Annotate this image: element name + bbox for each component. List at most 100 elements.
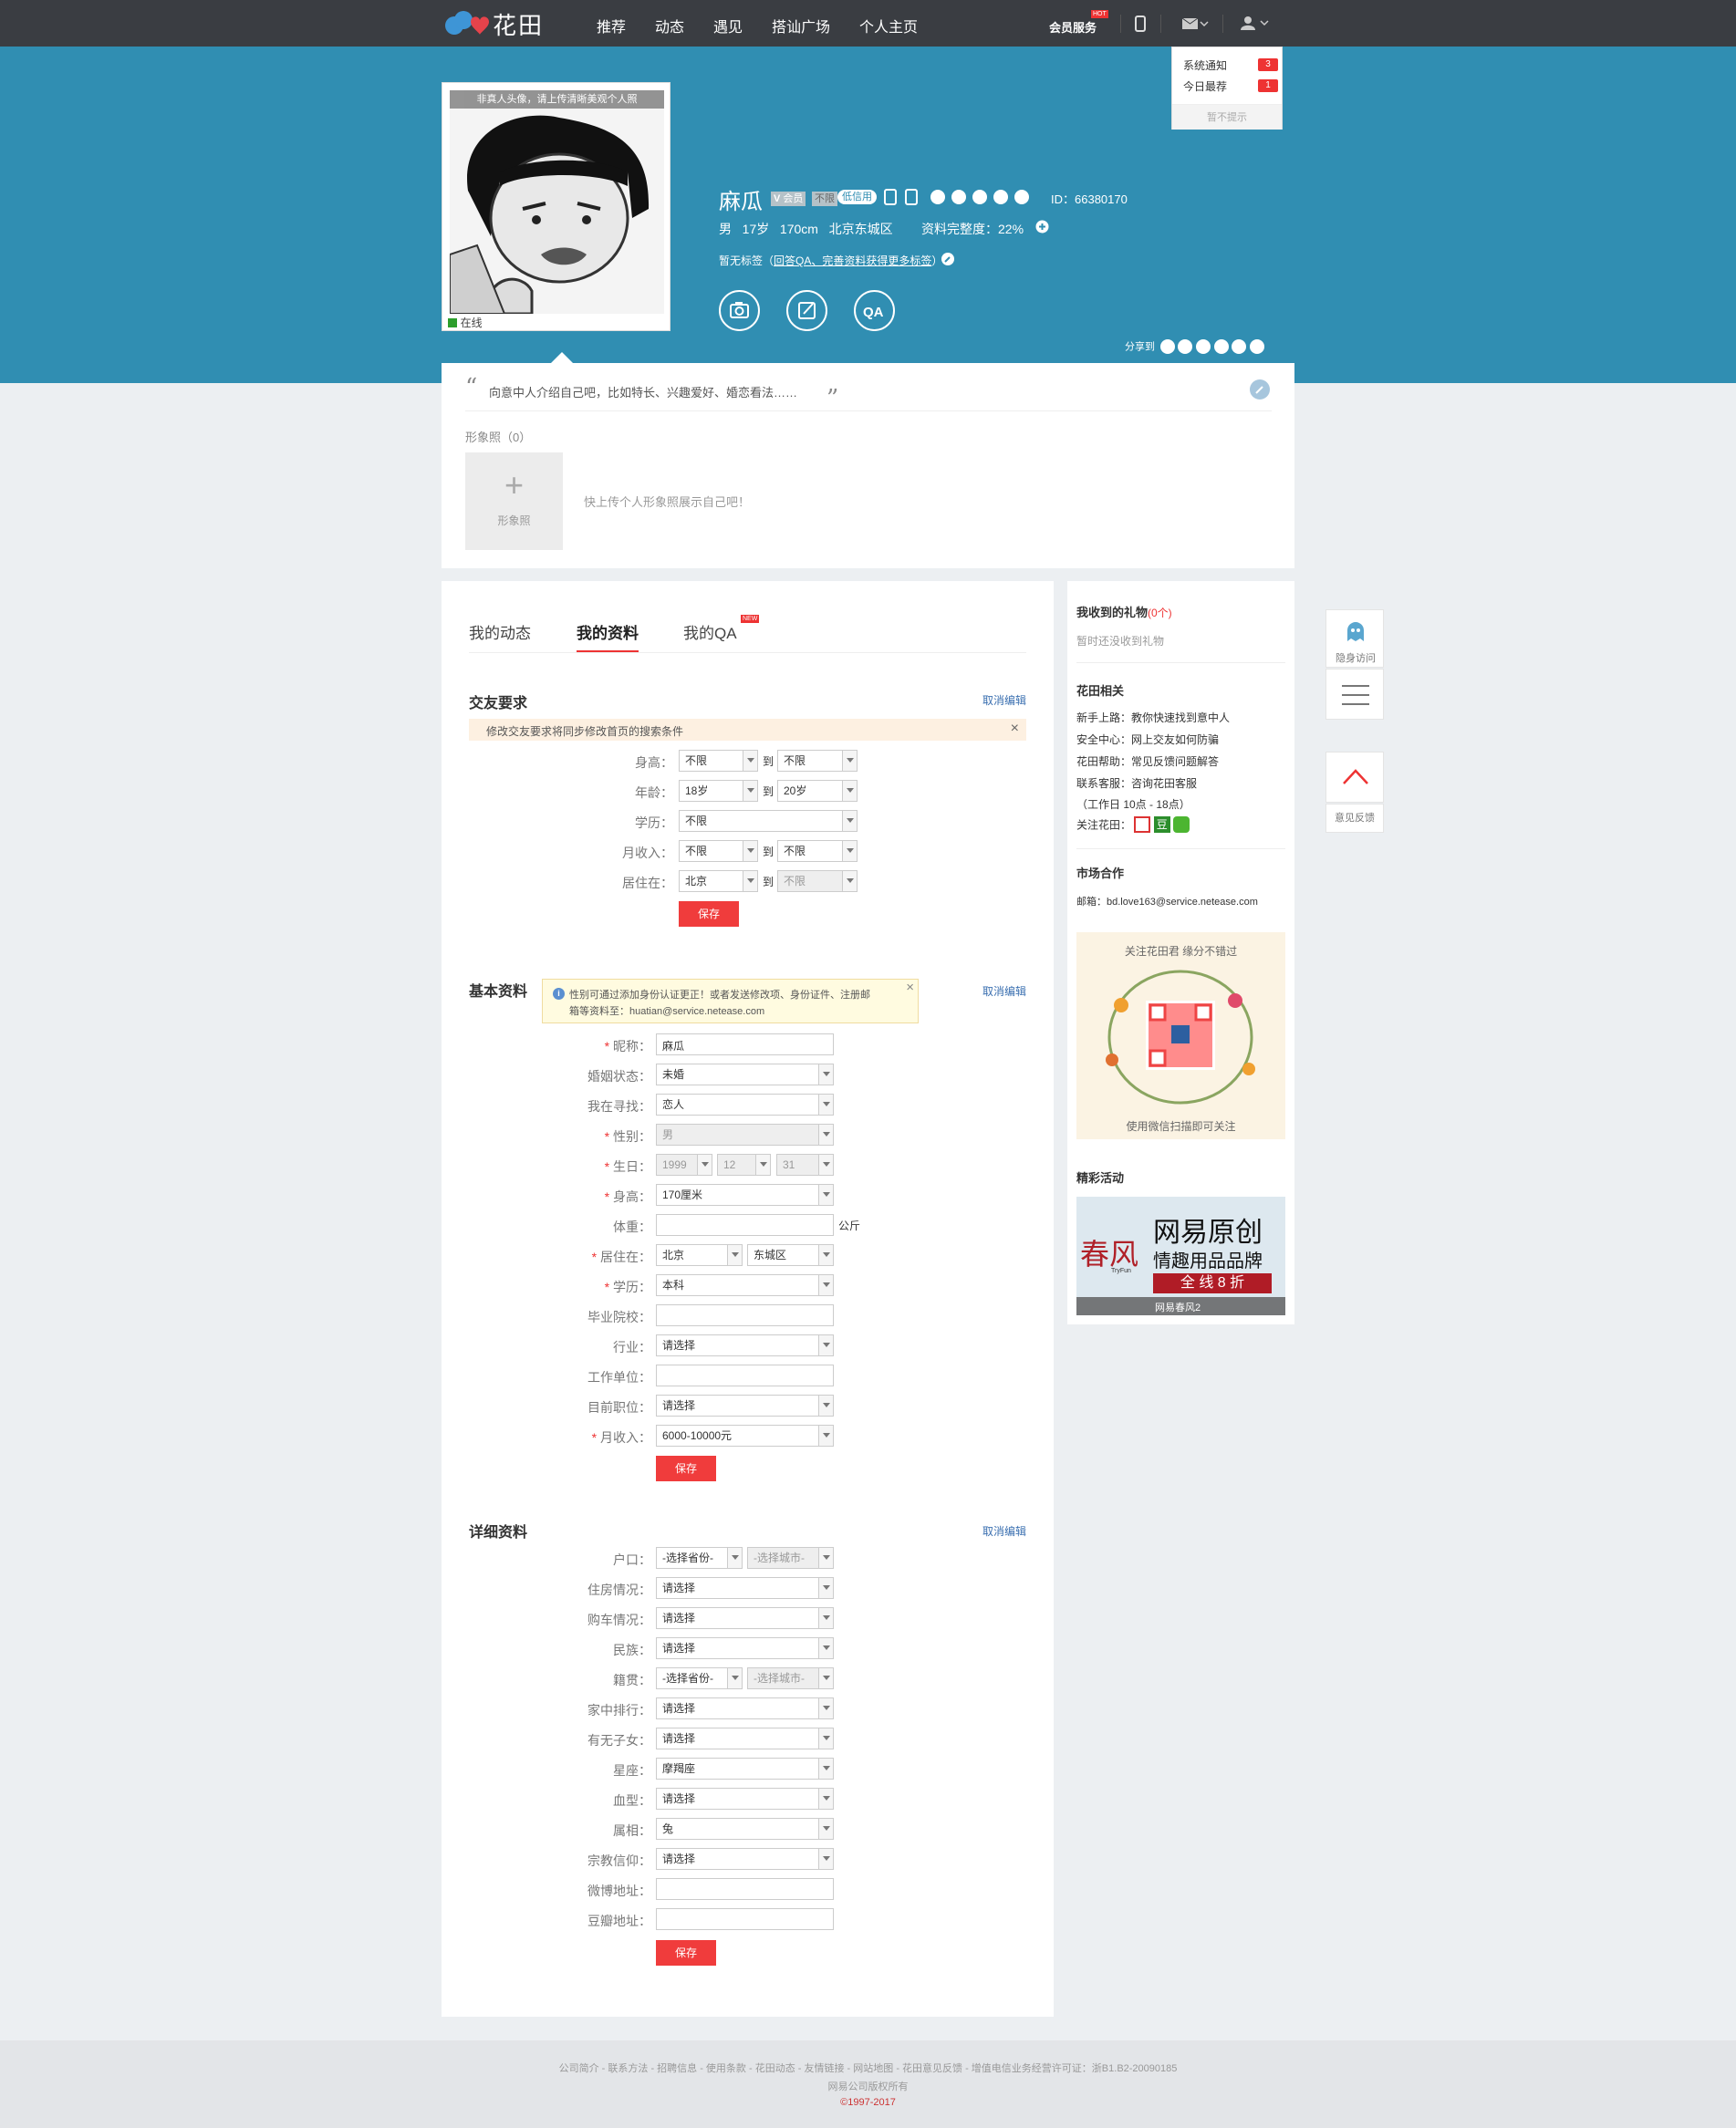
id-verify-icon[interactable] (884, 189, 897, 205)
related-link[interactable]: 教你快速找到意中人 (1131, 711, 1230, 724)
wechat-qr-code[interactable] (1094, 960, 1267, 1115)
related-link[interactable]: 常见反馈问题解答 (1131, 755, 1219, 768)
text-input[interactable] (656, 1878, 834, 1900)
select-field[interactable]: 恋人 (656, 1094, 834, 1116)
select-field[interactable]: 摩羯座 (656, 1758, 834, 1780)
select-field[interactable]: 170厘米 (656, 1184, 834, 1206)
text-input[interactable] (656, 1214, 834, 1236)
feedback-button[interactable]: 意见反馈 (1325, 804, 1384, 833)
yixin-share-icon[interactable] (1249, 338, 1264, 354)
close-icon[interactable]: × (906, 980, 914, 995)
back-to-top-button[interactable] (1325, 752, 1384, 803)
nav-profile[interactable]: 个人主页 (852, 15, 925, 50)
logo[interactable]: 花田 (443, 7, 544, 39)
stealth-visit-button[interactable]: 隐身访问 (1325, 609, 1384, 668)
verify-icon-3[interactable] (972, 190, 987, 204)
avatar-frame[interactable]: 非真人头像，请上传清晰美观个人照 在线 (442, 82, 670, 331)
upload-photo-button[interactable] (719, 290, 760, 331)
nav-feed[interactable]: 动态 (655, 15, 684, 36)
footer-links[interactable]: 公司简介 - 联系方法 - 招聘信息 - 使用条款 - 花田动态 - 友情链接 … (0, 2061, 1736, 2075)
mail-icon[interactable] (1182, 18, 1210, 29)
weibo-follow-icon[interactable] (1134, 816, 1151, 833)
select-field[interactable]: 本科 (656, 1274, 834, 1296)
select-field[interactable]: 不限 (679, 840, 758, 862)
pref-save-button[interactable]: 保存 (679, 901, 739, 927)
select-field[interactable]: 请选择 (656, 1848, 834, 1870)
select-field[interactable]: 请选择 (656, 1607, 834, 1629)
notice-item[interactable]: 今日最荐 1 (1183, 78, 1278, 93)
select-field[interactable]: 请选择 (656, 1395, 834, 1417)
douban-follow-icon[interactable]: 豆 (1153, 816, 1170, 833)
weibo-share-icon[interactable] (1159, 338, 1175, 354)
nav-meet[interactable]: 遇见 (713, 15, 743, 36)
select-field[interactable]: 请选择 (656, 1334, 834, 1356)
add-photo-button[interactable]: + 形象照 (465, 452, 563, 550)
text-input[interactable]: 麻瓜 (656, 1033, 834, 1055)
close-icon[interactable]: × (1011, 721, 1019, 737)
email-link[interactable]: bd.love163@service.netease.com (1107, 897, 1258, 908)
edit-tags-icon[interactable] (941, 253, 954, 265)
detail-cancel-edit[interactable]: 取消编辑 (982, 1523, 1026, 1539)
phone-verify-icon[interactable] (905, 189, 918, 205)
nav-recommend[interactable]: 推荐 (597, 15, 626, 36)
select-field[interactable]: 未婚 (656, 1064, 834, 1085)
menu-button[interactable] (1325, 669, 1384, 720)
pref-cancel-edit[interactable]: 取消编辑 (982, 692, 1026, 708)
select-value: -选择省份- (662, 1672, 713, 1685)
select-field[interactable]: 请选择 (656, 1728, 834, 1749)
text-input[interactable] (656, 1304, 834, 1326)
select-field[interactable]: 18岁 (679, 780, 758, 802)
select-field[interactable]: 请选择 (656, 1697, 834, 1719)
select-field[interactable]: 20岁 (777, 780, 858, 802)
select-field[interactable]: 6000-10000元 (656, 1425, 834, 1447)
member-badge[interactable]: V 会员 (771, 192, 806, 206)
write-post-button[interactable] (786, 290, 827, 331)
select-field[interactable]: 不限 (679, 810, 858, 832)
mute-notice-link[interactable]: 暂不提示 (1172, 105, 1282, 130)
select-field[interactable]: 请选择 (656, 1577, 834, 1599)
nav-plaza[interactable]: 搭讪广场 (772, 15, 830, 36)
tab-feed[interactable]: 我的动态 (469, 620, 531, 643)
related-link[interactable]: 网上交友如何防骗 (1131, 733, 1219, 746)
self-intro-text[interactable]: 向意中人介绍自己吧，比如特长、兴趣爱好、婚恋看法…… (489, 383, 797, 400)
tab-qa[interactable]: 我的QA (683, 620, 737, 643)
vip-service-link[interactable]: 会员服务 (1049, 18, 1097, 36)
select-field[interactable]: 东城区 (747, 1244, 834, 1266)
related-link[interactable]: 咨询花田客服 (1131, 777, 1197, 790)
edit-intro-icon[interactable] (1250, 379, 1270, 400)
douban-share-icon[interactable] (1232, 338, 1247, 354)
field-label: * 生日： (542, 1157, 651, 1176)
select-field[interactable]: -选择省份- (656, 1547, 743, 1569)
credit-badge[interactable]: 低信用 (837, 190, 877, 204)
select-field[interactable]: 请选择 (656, 1637, 834, 1659)
add-info-icon[interactable] (1035, 220, 1049, 234)
house-verify-icon[interactable] (1014, 190, 1029, 204)
renren-share-icon[interactable] (1195, 338, 1211, 354)
detail-save-button[interactable]: 保存 (656, 1940, 716, 1966)
notice-item[interactable]: 系统通知 3 (1183, 57, 1278, 72)
verify-icon-1[interactable] (930, 190, 945, 204)
basic-cancel-edit[interactable]: 取消编辑 (982, 983, 1026, 999)
select-field[interactable]: 不限 (777, 840, 858, 862)
verify-icon-2[interactable] (951, 190, 966, 204)
tab-profile[interactable]: 我的资料 (577, 620, 639, 653)
text-input[interactable] (656, 1365, 834, 1386)
select-field[interactable]: 请选择 (656, 1788, 834, 1810)
event-banner[interactable]: 春风 TryFun 网易原创 情趣用品品牌 全 线 8 折 网易春风2 (1076, 1197, 1285, 1315)
select-field[interactable]: 兔 (656, 1818, 834, 1840)
select-field[interactable]: 不限 (679, 750, 758, 772)
basic-save-button[interactable]: 保存 (656, 1456, 716, 1481)
mobile-icon[interactable] (1135, 16, 1146, 32)
wechat-follow-icon[interactable] (1173, 816, 1190, 833)
tags-link[interactable]: 回答QA、完善资料获得更多标签 (774, 254, 931, 267)
qa-button[interactable]: QA (854, 290, 895, 331)
select-field[interactable]: -选择省份- (656, 1667, 743, 1689)
select-field[interactable]: 北京 (656, 1244, 743, 1266)
text-input[interactable] (656, 1908, 834, 1930)
verify-icon-4[interactable] (993, 190, 1008, 204)
qzone-share-icon[interactable] (1178, 338, 1193, 354)
user-menu-icon[interactable] (1241, 16, 1270, 30)
qq-share-icon[interactable] (1213, 338, 1229, 354)
select-field[interactable]: 北京 (679, 870, 758, 892)
select-field[interactable]: 不限 (777, 750, 858, 772)
